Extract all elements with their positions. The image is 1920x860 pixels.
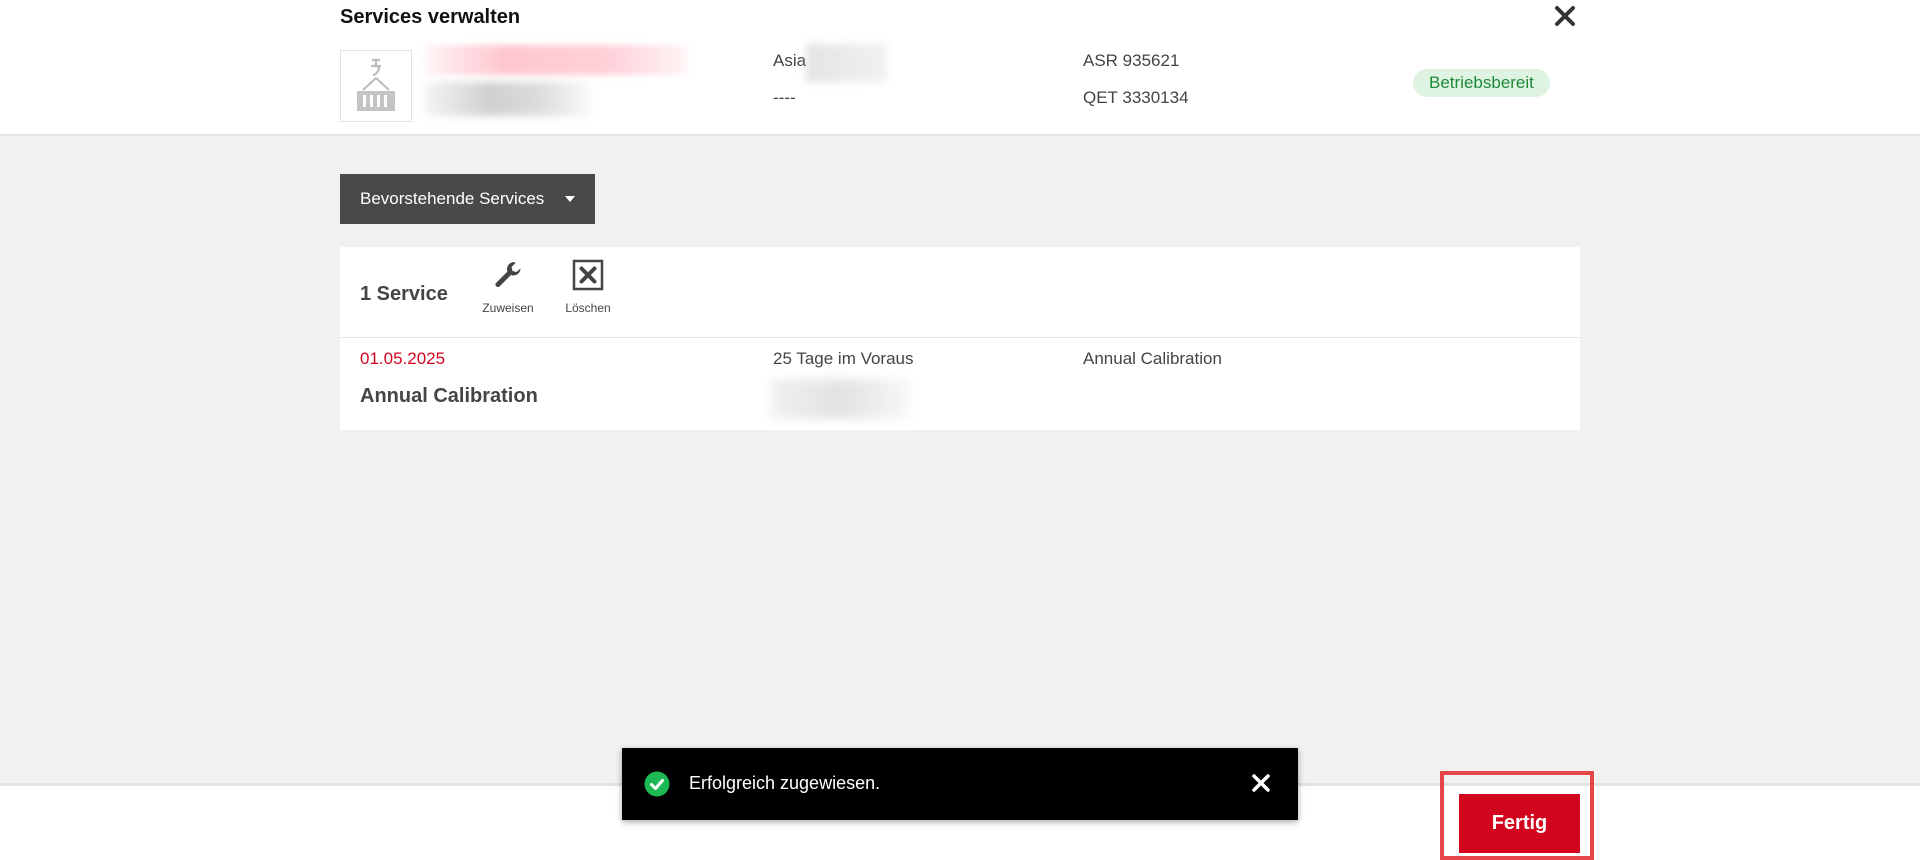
page-title: Services verwalten <box>340 6 521 28</box>
done-button[interactable]: Fertig <box>1459 794 1580 853</box>
wrench-icon <box>495 262 521 287</box>
crane-container-icon <box>357 58 395 111</box>
assign-button[interactable]: Zuweisen <box>473 259 543 321</box>
success-toast: Erfolgreich zugewiesen. <box>622 748 1298 820</box>
dropdown-label: Bevorstehende Services <box>360 189 545 208</box>
services-toolbar: 1 Service Zuweisen Löschen <box>340 247 1580 338</box>
asset-location-secondary: ---- <box>773 88 796 107</box>
service-type: Annual Calibration <box>1083 349 1222 368</box>
location-redacted <box>806 44 888 82</box>
service-title: Annual Calibration <box>360 385 538 407</box>
caret-down-icon <box>565 196 575 202</box>
service-assignee-redacted <box>770 379 910 419</box>
status-badge: Betriebsbereit <box>1413 69 1550 97</box>
services-panel: 1 Service Zuweisen Löschen 01.05.2025 An… <box>340 247 1580 430</box>
assign-label: Zuweisen <box>482 301 534 315</box>
service-row[interactable]: 01.05.2025 Annual Calibration 25 Tage im… <box>340 338 1580 430</box>
service-due-date: 01.05.2025 <box>360 349 446 368</box>
asset-thumbnail <box>340 50 412 122</box>
close-icon[interactable] <box>1553 4 1577 28</box>
modal-header: Services verwalten Asia ---- ASR 935621 … <box>0 0 1920 136</box>
delete-box-icon <box>572 259 604 291</box>
delete-button[interactable]: Löschen <box>553 259 623 321</box>
service-count: 1 Service <box>360 283 448 305</box>
asset-equipment-number: QET 3330134 <box>1083 88 1189 107</box>
asset-serial-number: ASR 935621 <box>1083 51 1180 70</box>
toast-message: Erfolgreich zugewiesen. <box>689 773 881 793</box>
service-filter-dropdown[interactable]: Bevorstehende Services <box>340 174 595 224</box>
close-icon[interactable] <box>1251 773 1271 793</box>
asset-subtitle-redacted <box>425 82 590 116</box>
asset-name-redacted <box>425 45 687 75</box>
asset-location: Asia <box>773 51 807 70</box>
delete-label: Löschen <box>565 301 611 315</box>
service-advance-notice: 25 Tage im Voraus <box>773 349 914 368</box>
check-circle-icon <box>644 771 670 797</box>
